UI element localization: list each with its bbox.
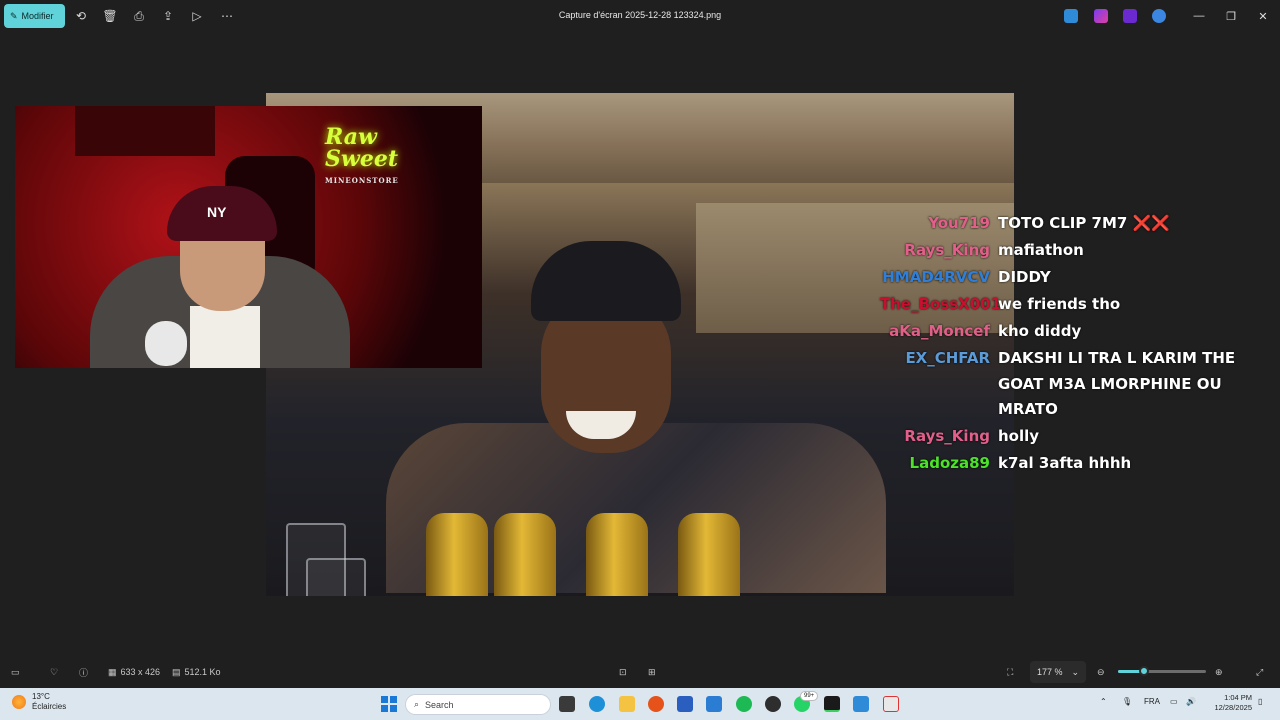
drinking-glass [286, 523, 346, 596]
chat-username: Ladoza89 [909, 453, 990, 472]
trophy [678, 513, 740, 596]
chat-message: The_BossX001 we friends tho [880, 291, 1240, 318]
dimensions-text: 633 x 426 [120, 667, 161, 677]
shelf [75, 106, 215, 156]
chat-text: DAKSHI LI TRA L KARIM THE GOAT M3A LMORP… [998, 349, 1236, 418]
zoom-slider[interactable] [1118, 666, 1206, 676]
neon-sub: MINEONSTORE [325, 176, 399, 185]
white-shirt [190, 306, 260, 368]
chat-username: Rays_King [904, 426, 990, 445]
designer-icon[interactable] [1094, 9, 1108, 23]
clock-date: 12/28/2025 [1214, 703, 1252, 712]
zoom-value: 177 % [1037, 667, 1063, 677]
minimize-icon[interactable]: — [1191, 8, 1207, 24]
weather-condition: Éclaircies [32, 702, 67, 711]
chat-username: EX_CHFAR [905, 349, 990, 367]
chat-text: TOTO CLIP 7M7 ❌❌ [998, 214, 1170, 232]
chat-message: HMAD4RVCV DIDDY [880, 264, 1240, 291]
outlook-icon[interactable] [706, 696, 722, 712]
chat-message: EX_CHFAR DAKSHI LI TRA L KARIM THE GOAT M… [880, 345, 1240, 423]
start-icon[interactable] [381, 696, 397, 712]
zoom-in-icon[interactable]: ⊕ [1215, 664, 1223, 680]
photo-editor-icon[interactable] [1064, 9, 1078, 23]
photos-icon[interactable] [853, 696, 869, 712]
trophy [426, 513, 488, 596]
favorite-icon[interactable]: ♡ [50, 664, 58, 680]
search-icon: ⌕ [414, 699, 420, 709]
close-icon[interactable]: ✕ [1255, 8, 1271, 24]
neon-sign: Raw Sweet MINEONSTORE [325, 126, 425, 186]
file-explorer-icon[interactable] [619, 696, 635, 712]
chatgpt-icon[interactable] [765, 696, 781, 712]
microphone-icon[interactable]: 🎙 [1122, 697, 1132, 706]
black-cap [531, 241, 681, 321]
clock[interactable]: 1:04 PM 12/28/2025 [1206, 693, 1252, 713]
file-size: ▤ 512.1 Ko [172, 664, 221, 680]
language-indicator[interactable]: FRA [1144, 697, 1160, 706]
window-title: Capture d'écran 2025-12-28 123324.png [558, 10, 722, 20]
chat-text: holly [998, 426, 1040, 445]
neon-brand: Raw Sweet [325, 124, 398, 172]
fit-window-icon[interactable]: ⛶ [1007, 664, 1013, 680]
crop-icon[interactable]: ⊡ [619, 664, 627, 680]
chat-username: aKa_Moncef [889, 322, 990, 340]
tray-chevron-up-icon[interactable]: ⌃ [1100, 697, 1107, 706]
store-icon[interactable] [677, 696, 693, 712]
clock-time: 1:04 PM [1224, 693, 1252, 702]
clipchamp-icon[interactable] [1123, 9, 1137, 23]
info-icon[interactable]: ⓘ [79, 664, 88, 680]
chat-overlay: You719 TOTO CLIP 7M7 ❌❌ Rays_King mafiathon… [880, 210, 1240, 477]
chat-username: Rays_King [904, 241, 990, 259]
firefox-icon[interactable] [648, 696, 664, 712]
microphone [145, 321, 187, 366]
chat-message: Rays_King holly [880, 423, 1240, 450]
webcam-overlay: Raw Sweet MINEONSTORE NY [15, 106, 482, 368]
bottom-bar: ▭ ♡ ⓘ ▦ 633 x 426 ▤ 512.1 Ko ⊡ ⊞ ⛶ ⊖ ⊕ ⤢ [0, 656, 1280, 688]
chat-text: mafiathon [998, 241, 1084, 259]
zoom-out-icon[interactable]: ⊖ [1097, 664, 1105, 680]
notification-icon[interactable]: ▯ [1258, 697, 1262, 706]
chat-message: Rays_King mafiathon [880, 237, 1240, 264]
image-dimensions: ▦ 633 x 426 [108, 664, 160, 680]
chevron-down-icon: ⌄ [1071, 666, 1079, 677]
terminal-icon[interactable] [824, 696, 840, 712]
network-icon[interactable]: ▭ [1170, 697, 1178, 706]
snipping-tool-icon[interactable] [883, 696, 899, 712]
chat-text: DIDDY [998, 268, 1051, 286]
taskbar: 13°C Éclaircies ⌕ Search 99+ ⌃ 🎙 FRA ▭ 🔊… [0, 688, 1280, 720]
chat-text: we friends tho [998, 295, 1121, 313]
ny-logo: NY [207, 204, 227, 220]
filesize-icon: ▤ [172, 666, 181, 677]
edge-icon[interactable] [589, 696, 605, 712]
onedrive-icon[interactable] [1152, 9, 1166, 23]
zoom-dropdown[interactable]: 177 % ⌄ [1030, 661, 1086, 683]
whatsapp-badge: 99+ [800, 691, 819, 701]
chat-message: You719 TOTO CLIP 7M7 ❌❌ [880, 210, 1240, 237]
chat-username: The_BossX001 [880, 295, 1002, 313]
weather-sun-icon [12, 695, 26, 709]
spotify-icon[interactable] [736, 696, 752, 712]
dimensions-icon: ▦ [108, 666, 117, 677]
fullscreen-icon[interactable]: ⤢ [1256, 664, 1263, 680]
temperature: 13°C [32, 692, 50, 701]
chat-text: kho diddy [998, 322, 1082, 340]
trophy [586, 513, 648, 596]
maximize-icon[interactable]: ❐ [1223, 8, 1239, 24]
chat-username: HMAD4RVCV [882, 268, 990, 286]
weather-widget[interactable]: 13°C Éclaircies [12, 692, 66, 712]
task-view-icon[interactable] [559, 696, 575, 712]
filmstrip-icon[interactable]: ▭ [11, 664, 20, 680]
chat-text: k7al 3afta hhhh [998, 453, 1132, 472]
title-bar: ✎ Modifier ⟲ 🗑 ⎙ ⇪ ▷ ⋯ Capture d'écran 2… [0, 0, 1280, 32]
visual-search-icon[interactable]: ⊞ [648, 664, 656, 680]
trophy [494, 513, 556, 596]
chat-message: aKa_Moncef kho diddy [880, 318, 1240, 345]
search-box[interactable]: ⌕ Search [405, 694, 551, 715]
volume-icon[interactable]: 🔊 [1186, 697, 1196, 706]
filesize-text: 512.1 Ko [184, 667, 221, 677]
chat-username: You719 [928, 214, 990, 232]
chat-message: Ladoza89 k7al 3afta hhhh [880, 450, 1240, 477]
search-placeholder: Search [425, 699, 454, 710]
